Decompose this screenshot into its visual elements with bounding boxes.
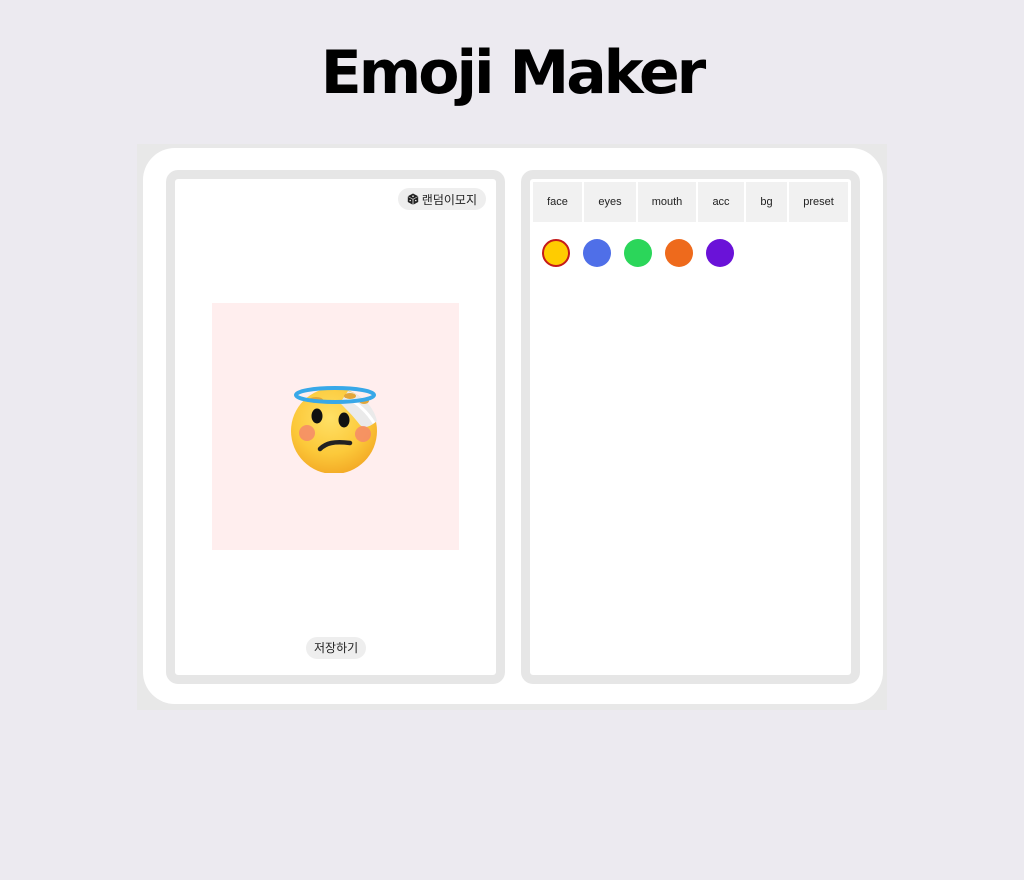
emoji-right-cheek bbox=[355, 426, 371, 442]
emoji-canvas bbox=[212, 303, 459, 550]
emoji-preview bbox=[291, 386, 377, 473]
dice-icon bbox=[407, 193, 419, 205]
color-swatch-yellow[interactable] bbox=[542, 239, 570, 267]
color-swatch-blue[interactable] bbox=[583, 239, 611, 267]
color-swatch-orange[interactable] bbox=[665, 239, 693, 267]
app-shell: 랜덤이모지 저장하기 face eyes mouth acc bg preset bbox=[143, 148, 883, 704]
preview-panel: 랜덤이모지 저장하기 bbox=[166, 170, 505, 684]
save-button[interactable]: 저장하기 bbox=[306, 637, 367, 659]
category-tabs: face eyes mouth acc bg preset bbox=[533, 182, 848, 222]
emoji-left-cheek bbox=[299, 425, 315, 441]
color-swatch-purple[interactable] bbox=[706, 239, 734, 267]
tab-acc[interactable]: acc bbox=[698, 182, 744, 222]
tab-bg[interactable]: bg bbox=[746, 182, 787, 222]
emoji-left-eye bbox=[311, 408, 323, 424]
app-frame: 랜덤이모지 저장하기 face eyes mouth acc bg preset bbox=[137, 144, 887, 710]
random-emoji-label: 랜덤이모지 bbox=[421, 192, 477, 207]
color-swatch-green[interactable] bbox=[624, 239, 652, 267]
emoji-right-eye bbox=[338, 412, 350, 428]
page-title: Emoji Maker bbox=[320, 38, 707, 108]
tab-eyes[interactable]: eyes bbox=[584, 182, 636, 222]
tab-face[interactable]: face bbox=[533, 182, 582, 222]
color-swatches bbox=[542, 239, 734, 267]
editor-panel: face eyes mouth acc bg preset bbox=[521, 170, 860, 684]
random-emoji-button[interactable]: 랜덤이모지 bbox=[397, 188, 486, 210]
tab-preset[interactable]: preset bbox=[789, 182, 848, 222]
tab-mouth[interactable]: mouth bbox=[638, 182, 696, 222]
